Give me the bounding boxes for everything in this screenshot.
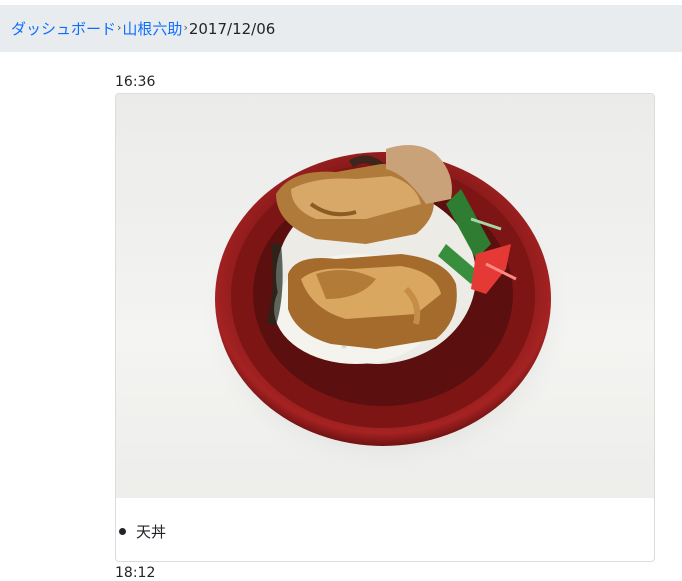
breadcrumb-current-date: 2017/12/06	[188, 19, 276, 38]
meal-card: 天丼	[115, 93, 655, 562]
food-list: 天丼	[119, 521, 166, 542]
breadcrumb-user-link[interactable]: 山根六助	[122, 18, 182, 39]
breadcrumb-separator: ›	[117, 21, 122, 34]
breadcrumb: ダッシュボード › 山根六助 › 2017/12/06	[0, 5, 682, 52]
meal-time: 16:36	[115, 74, 156, 90]
breadcrumb-separator: ›	[183, 21, 188, 34]
meal-time: 18:12	[115, 565, 156, 581]
bullet-icon	[119, 528, 126, 535]
list-item: 天丼	[119, 521, 166, 542]
breadcrumb-dashboard-link[interactable]: ダッシュボード	[11, 18, 116, 39]
food-name: 天丼	[136, 523, 167, 541]
meal-photo[interactable]	[116, 94, 654, 498]
